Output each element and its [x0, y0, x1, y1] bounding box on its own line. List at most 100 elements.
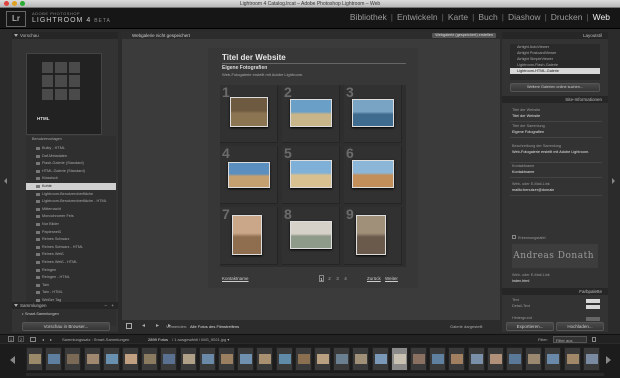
site-field-value[interactable]: Web-Fotogalerie erstellt mit Adobe Light… — [512, 150, 598, 154]
filmstrip-source-path[interactable]: Sammlungssatz : Smart-Sammlungen — [62, 335, 129, 344]
filmstrip-thumbnail[interactable] — [218, 347, 235, 371]
page-4[interactable]: 4 — [343, 275, 348, 282]
template-item[interactable]: Tain — [26, 282, 116, 289]
filmstrip-thumbnail[interactable] — [141, 347, 159, 371]
thumbnail-cell[interactable]: 3 — [344, 84, 402, 143]
template-item[interactable]: Bulky - HTML — [26, 145, 116, 152]
module-drucken[interactable]: Drucken — [547, 12, 587, 22]
filmstrip-thumbnail[interactable] — [582, 347, 600, 371]
thumbnail-photo[interactable] — [290, 160, 332, 188]
site-info-header[interactable]: Site-Informationen — [502, 96, 608, 103]
identity-plate[interactable]: Andreas Donath — [512, 244, 598, 268]
thumbnail-cell[interactable]: 4 — [220, 145, 278, 204]
next-page-icon[interactable]: ▸ — [156, 322, 159, 329]
grid-view-icon[interactable] — [126, 323, 132, 329]
smart-collections-item[interactable]: ▸ Smart-Sammlungen — [22, 311, 59, 316]
thumbnail-photo[interactable] — [290, 221, 332, 249]
module-buch[interactable]: Buch — [474, 12, 501, 22]
template-item[interactable]: HTML-Galerie (Standard) — [26, 168, 116, 175]
template-item[interactable]: Mitternacht — [26, 206, 116, 213]
filmstrip-thumbnail[interactable] — [448, 347, 466, 371]
upload-button[interactable]: Hochladen... — [556, 322, 604, 331]
module-karte[interactable]: Karte — [444, 12, 472, 22]
next-link[interactable]: Weiter — [385, 276, 398, 281]
grid-icon[interactable] — [30, 337, 36, 342]
thumbnail-photo[interactable] — [352, 160, 394, 188]
back-arrow-icon[interactable]: ◂ — [42, 335, 44, 344]
template-item[interactable]: Reines Schwarz — [26, 236, 116, 243]
site-field-value[interactable]: mailto:benutzer@domain — [512, 188, 598, 192]
module-entwickeln[interactable]: Entwickeln — [393, 12, 442, 22]
filmstrip-thumbnail[interactable] — [371, 347, 389, 371]
filmstrip-thumbnail[interactable] — [333, 347, 351, 371]
template-item[interactable]: Kohle — [26, 183, 116, 190]
thumbnail-photo[interactable] — [356, 215, 386, 255]
identity-plate-checkbox[interactable]: Erkennungstafel — [512, 235, 545, 240]
thumbnail-cell[interactable]: 1 — [220, 84, 278, 143]
filmstrip-thumbnail[interactable] — [525, 347, 543, 371]
save-gallery-button[interactable]: Webgalerie (gespeichert) erstellen — [432, 33, 496, 38]
template-item[interactable]: Klassisch — [26, 175, 116, 182]
use-selector[interactable]: Alle Fotos des Filmstreifens — [190, 324, 239, 329]
filmstrip-scroll-right-icon[interactable] — [606, 356, 611, 364]
template-item[interactable]: Reines Weiß — [26, 251, 116, 258]
site-field-value[interactable]: Eigene Fotografien — [512, 130, 598, 134]
site-field-value[interactable]: Titel der Website — [512, 114, 598, 118]
thumbnail-photo[interactable] — [230, 97, 268, 127]
right-panel-toggle-icon[interactable] — [612, 178, 615, 184]
thumbnail-photo[interactable] — [352, 99, 394, 127]
filmstrip-thumbnail[interactable] — [26, 347, 43, 371]
filmstrip-thumbnail[interactable] — [83, 347, 101, 371]
color-swatch[interactable] — [586, 299, 600, 303]
thumbnail-cell[interactable]: 2 — [282, 84, 340, 143]
template-item[interactable]: Monochromer Fels — [26, 213, 116, 220]
filmstrip-thumbnail[interactable] — [198, 347, 216, 371]
filmstrip-scroll-left-icon[interactable] — [10, 356, 15, 364]
template-item[interactable]: Reingen - HTML — [26, 274, 116, 281]
more-galleries-button[interactable]: Weitere Galerien online suchen... — [510, 83, 600, 92]
filmstrip-thumbnail[interactable] — [64, 347, 82, 371]
page-2[interactable]: 2 — [327, 275, 332, 282]
thumbnail-photo[interactable] — [232, 215, 262, 255]
module-diashow[interactable]: Diashow — [504, 12, 545, 22]
forward-arrow-icon[interactable]: ▸ — [50, 335, 52, 344]
collection-title[interactable]: Eigene Fotografien — [222, 65, 267, 71]
template-item[interactable]: Reines Weiß - HTML — [26, 259, 116, 266]
collection-description[interactable]: Web-Fotogalerie erstellt mit Adobe Light… — [222, 72, 303, 77]
site-title[interactable]: Titel der Website — [222, 53, 286, 62]
page2-button[interactable]: 2 — [18, 336, 24, 342]
left-panel-toggle-icon[interactable] — [4, 178, 7, 184]
template-item[interactable]: Lightroom-Benutzeroberfläche — [26, 191, 116, 198]
back-link[interactable]: Zurück — [367, 276, 381, 281]
filmstrip-thumbnail[interactable] — [563, 347, 581, 371]
site-field-value[interactable]: Kontaktname — [512, 170, 598, 174]
preview-panel-header[interactable]: Vorschau — [12, 32, 118, 39]
selection-info[interactable]: / 1 ausgewählt / IMG_9021.jpg ▾ — [172, 335, 229, 344]
collections-add-button[interactable]: + — [111, 302, 114, 309]
filmstrip-thumbnail[interactable] — [256, 347, 274, 371]
color-palette-header[interactable]: Farbpalette — [502, 288, 608, 295]
filmstrip-thumbnail[interactable] — [390, 347, 408, 371]
thumbnail-cell[interactable]: 9 — [344, 206, 402, 265]
template-item[interactable]: Daf-Metadaten — [26, 153, 116, 160]
page-1[interactable]: 1 — [319, 275, 324, 282]
web-link-value[interactable]: index.html — [512, 279, 529, 283]
thumbnail-cell[interactable]: 5 — [282, 145, 340, 204]
previous-page-icon[interactable]: ◂ — [142, 322, 145, 329]
page1-button[interactable]: 1 — [8, 336, 14, 342]
export-button[interactable]: Exportieren... — [506, 322, 554, 331]
filmstrip-thumbnail[interactable] — [179, 347, 197, 371]
layout-style-item[interactable]: Lightroom-HTML-Galerie — [510, 68, 600, 74]
thumbnail-cell[interactable]: 7 — [220, 206, 278, 265]
filmstrip-thumbnail[interactable] — [506, 347, 523, 371]
filmstrip-thumbnail[interactable] — [352, 347, 370, 371]
filmstrip-thumbnail[interactable] — [544, 347, 562, 371]
filmstrip-thumbnail[interactable] — [160, 347, 178, 371]
thumbnail-photo[interactable] — [228, 162, 270, 188]
thumbnail-cell[interactable]: 8 — [282, 206, 340, 265]
collections-remove-button[interactable]: – — [104, 302, 107, 309]
template-item[interactable]: Flash-Galerie (Standard) — [26, 160, 116, 167]
filter-selector[interactable]: Filter aus — [553, 336, 587, 343]
filmstrip-thumbnail[interactable] — [275, 347, 293, 371]
filmstrip-thumbnail[interactable] — [314, 347, 331, 371]
